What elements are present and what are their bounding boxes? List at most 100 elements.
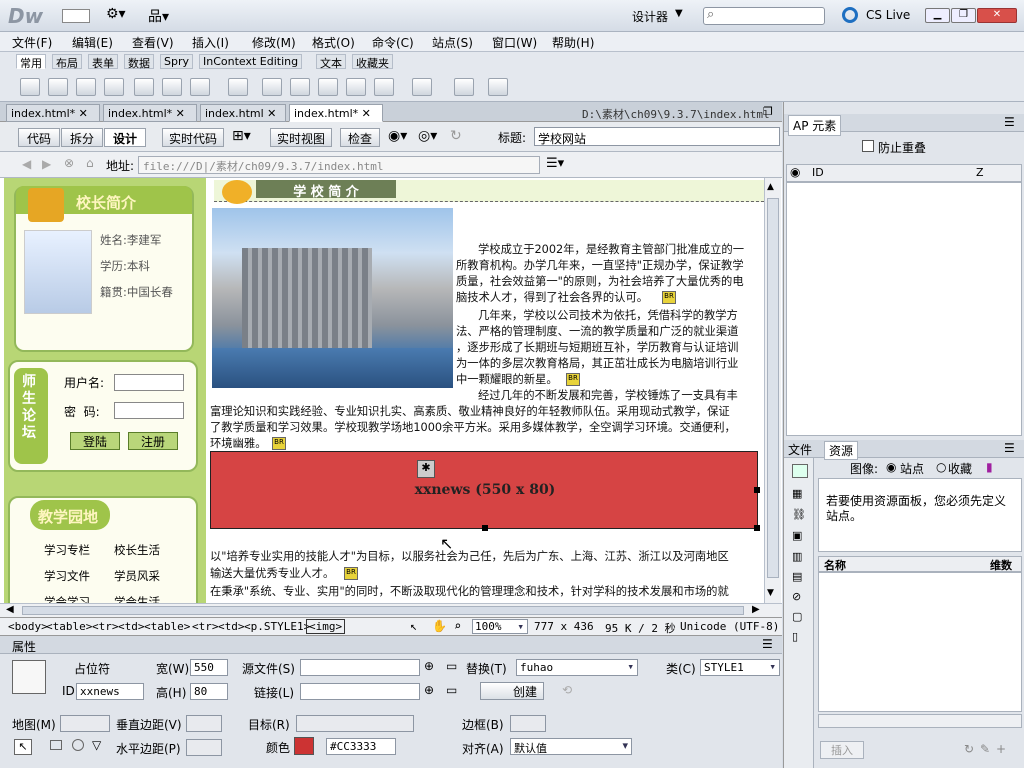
height-field[interactable]: 80 [190, 683, 228, 700]
menu-modify[interactable]: 修改(M) [252, 34, 296, 51]
head-icon[interactable] [346, 78, 366, 96]
bookmark-icon[interactable]: ▮ [986, 460, 993, 474]
menu-view[interactable]: 查看(V) [132, 34, 174, 51]
anchor-icon[interactable] [76, 78, 96, 96]
close-icon[interactable]: ✕ [267, 107, 276, 120]
doc-tab-2[interactable]: index.html* ✕ [103, 104, 197, 122]
folder-icon[interactable]: ▭ [446, 659, 457, 673]
resize-handle[interactable] [754, 525, 760, 531]
gear-icon[interactable]: ⚙▾ [106, 6, 126, 22]
menu-commands[interactable]: 命令(C) [372, 34, 414, 51]
scripts-category-icon[interactable]: ⊘ [792, 590, 801, 603]
workspace-switcher[interactable]: 设计器 [632, 8, 668, 25]
templates-category-icon[interactable]: ▢ [792, 610, 802, 623]
stop-icon[interactable]: ⊗ [64, 156, 74, 170]
menu-window[interactable]: 窗口(W) [492, 34, 537, 51]
reset-size-icon[interactable]: ⟲ [562, 683, 572, 697]
hspace-field[interactable] [186, 739, 222, 756]
close-button[interactable]: ✕ [977, 8, 1017, 23]
flash-category-icon[interactable]: ▣ [792, 529, 802, 542]
live-code-button[interactable]: 实时代码 [162, 128, 224, 147]
tab-spry[interactable]: Spry [160, 54, 193, 69]
login-button[interactable]: 登陆 [70, 432, 120, 450]
scroll-left-icon[interactable]: ◀ [6, 604, 14, 615]
design-canvas[interactable]: 校长简介 姓名:李建军 学历:本科 籍贯:中国长春 师生论坛 用户名: 密 码:… [0, 178, 782, 603]
radio-site-icon[interactable]: ◉ [886, 460, 896, 474]
pointer-tool-icon[interactable]: ↖ [410, 619, 417, 633]
map-field[interactable] [60, 715, 110, 732]
zoom-tool-icon[interactable]: ⌕ [454, 619, 461, 633]
flash-placeholder[interactable]: ✱ xxnews (550 x 80) [210, 451, 760, 531]
scroll-down-icon[interactable]: ▼ [767, 588, 774, 598]
menu-file[interactable]: 文件(F) [12, 34, 52, 51]
ap-col-z[interactable]: Z [976, 166, 984, 179]
code-view-button[interactable]: 代码 [18, 128, 60, 147]
close-icon[interactable]: ✕ [176, 107, 185, 120]
library-category-icon[interactable]: ▯ [792, 630, 798, 643]
script-marker-icon[interactable]: BR [344, 567, 358, 580]
add-to-favorites-icon[interactable]: + [996, 742, 1006, 756]
class-select[interactable]: STYLE1 [700, 659, 780, 676]
color-swatch[interactable] [294, 737, 314, 755]
design-view-button[interactable]: 设计 [104, 128, 146, 147]
tag-tr[interactable]: <tr> [192, 620, 219, 633]
tab-files[interactable]: 文件 [788, 441, 812, 458]
garden-link[interactable]: 学习专栏 [44, 542, 90, 558]
polygon-hotspot-icon[interactable]: ▽ [92, 738, 101, 752]
home-icon[interactable]: ⌂ [86, 156, 94, 170]
inspect-button[interactable]: 检查 [340, 128, 380, 147]
visual-aids-icon[interactable]: ◎▾ [418, 128, 437, 144]
hr-icon[interactable] [104, 78, 124, 96]
chevron-down-icon[interactable]: ▼ [675, 8, 683, 19]
tag-td[interactable]: <td> [118, 620, 145, 633]
movies-category-icon[interactable]: ▤ [792, 570, 802, 583]
panel-menu-icon[interactable]: ☰ [762, 637, 773, 651]
colors-category-icon[interactable]: ▦ [792, 487, 802, 500]
target-field[interactable] [296, 715, 414, 732]
address-input[interactable]: file:///D|/素材/ch09/9.3.7/index.html [138, 156, 540, 174]
hyperlink-icon[interactable] [20, 78, 40, 96]
create-button[interactable]: 创建 [480, 682, 544, 700]
scroll-right-icon[interactable]: ▶ [752, 604, 760, 615]
garden-link[interactable]: 学会学习 [44, 594, 90, 603]
menu-format[interactable]: 格式(O) [312, 34, 355, 51]
register-button[interactable]: 注册 [128, 432, 178, 450]
browser-options-icon[interactable]: ☰▾ [546, 156, 564, 171]
window-size[interactable]: 777 x 436 [534, 620, 594, 633]
tag-tr[interactable]: <tr> [92, 620, 119, 633]
shockwave-category-icon[interactable]: ▥ [792, 550, 802, 563]
layout-icon[interactable] [62, 9, 90, 23]
images-category-icon[interactable] [792, 464, 808, 478]
src-field[interactable] [300, 659, 420, 676]
menu-help[interactable]: 帮助(H) [552, 34, 594, 51]
tag-body[interactable]: <body> [8, 620, 48, 633]
tag-table[interactable]: <table> [144, 620, 190, 633]
urls-category-icon[interactable]: ⛓ [792, 508, 806, 521]
ap-list[interactable] [786, 182, 1022, 436]
username-input[interactable] [114, 374, 184, 391]
refresh-icon[interactable]: ↻ [450, 128, 462, 144]
width-field[interactable]: 550 [190, 659, 228, 676]
vspace-field[interactable] [186, 715, 222, 732]
template-icon[interactable] [412, 78, 432, 96]
point-to-file-icon[interactable]: ⊕ [424, 683, 434, 697]
horizontal-scrollbar[interactable]: ◀ ▶ [0, 603, 782, 617]
vertical-scrollbar[interactable]: ▲ ▼ [764, 178, 781, 603]
close-icon[interactable]: ✕ [362, 107, 371, 120]
menu-insert[interactable]: 插入(I) [192, 34, 229, 51]
restore-button[interactable]: ❐ [951, 8, 976, 23]
circle-hotspot-icon[interactable] [72, 739, 84, 751]
radio-fav-icon[interactable]: ○ [936, 460, 946, 474]
script-marker-icon[interactable]: BR [272, 437, 286, 450]
browser-compat-icon[interactable]: ⊞▾ [232, 128, 251, 144]
insert-asset-button[interactable]: 插入 [820, 741, 864, 759]
garden-link[interactable]: 学员风采 [114, 568, 160, 584]
table-icon[interactable] [134, 78, 154, 96]
ap-col-id[interactable]: ID [812, 166, 824, 179]
split-view-button[interactable]: 拆分 [61, 128, 103, 147]
asset-col-name[interactable]: 名称 [824, 557, 846, 573]
tab-incontext[interactable]: InContext Editing [199, 54, 303, 69]
media-icon[interactable] [228, 78, 248, 96]
prevent-overlap-checkbox[interactable] [862, 140, 874, 152]
tab-forms[interactable]: 表单 [88, 54, 118, 70]
